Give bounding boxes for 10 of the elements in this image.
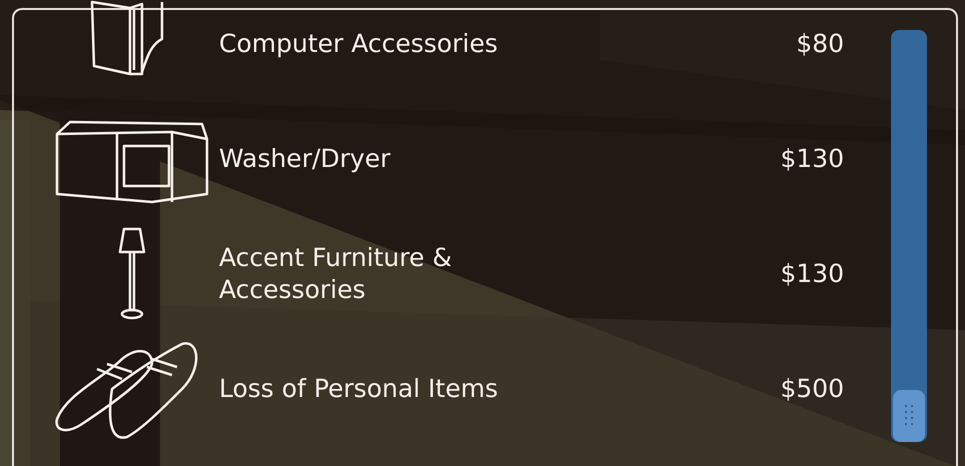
item-label: Loss of Personal Items [219,372,499,404]
item-label: Washer/Dryer [219,142,392,174]
item-price: $80 [796,28,844,60]
item-price: $130 [780,258,844,290]
scroll-thumb[interactable] [893,390,925,442]
item-label: Computer Accessories [219,28,499,60]
item-label: Accent Furniture & Accessories [219,242,453,305]
scrollbar[interactable] [891,30,927,442]
item-price: $500 [780,372,844,405]
item-price: $130 [780,142,844,175]
